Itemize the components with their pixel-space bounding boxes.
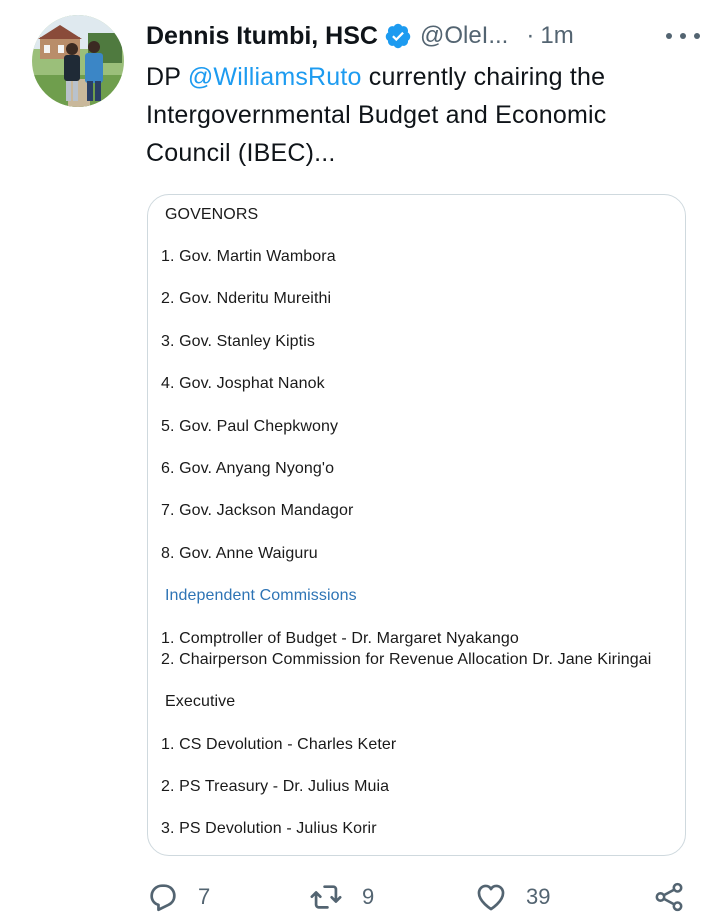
tweet-text-line2: Intergovernmental Budget and Economic: [146, 101, 607, 129]
tweet-time[interactable]: 1m: [540, 22, 573, 50]
share-icon: [652, 880, 686, 914]
executive-heading: Executive: [165, 693, 236, 710]
author-handle[interactable]: @OleI...: [420, 22, 508, 50]
more-options-icon[interactable]: [666, 22, 700, 50]
executive-item: 1. CS Devolution - Charles Keter: [161, 736, 397, 753]
governor-item: 8. Gov. Anne Waiguru: [161, 545, 318, 562]
separator-dot: ·: [526, 22, 535, 49]
tweet-text-line1-suffix: currently chairing the: [361, 63, 606, 91]
governor-item: 4. Gov. Josphat Nanok: [161, 375, 325, 392]
governor-item: 7. Gov. Jackson Mandagor: [161, 502, 354, 519]
like-count: 39: [526, 884, 551, 909]
tweet-text-line3: Council (IBEC)...: [146, 139, 336, 167]
executive-item: 2. PS Treasury - Dr. Julius Muia: [161, 778, 390, 795]
commission-item: 1. Comptroller of Budget - Dr. Margaret …: [161, 630, 519, 647]
tweet-text-prefix: DP: [146, 63, 188, 91]
action-bar: 7 9 39: [146, 880, 691, 915]
attached-image[interactable]: GOVENORS 1. Gov. Martin Wambora 2. Gov. …: [147, 194, 686, 856]
share-button[interactable]: [652, 880, 686, 914]
like-button[interactable]: 39: [474, 880, 550, 914]
tweet-header: Dennis Itumbi, HSC @OleI... · 1m: [146, 18, 700, 54]
like-icon: [474, 880, 508, 914]
governor-item: 5. Gov. Paul Chepkwony: [161, 418, 339, 435]
retweet-button[interactable]: 9: [308, 880, 374, 914]
executive-item: 3. PS Devolution - Julius Korir: [161, 820, 377, 837]
verified-badge-icon: [384, 22, 412, 50]
author-name[interactable]: Dennis Itumbi, HSC: [146, 22, 378, 51]
governor-item: 2. Gov. Nderitu Mureithi: [161, 290, 332, 307]
governors-heading: GOVENORS: [165, 206, 259, 223]
retweet-icon: [308, 880, 344, 914]
reply-icon: [146, 880, 180, 914]
reply-button[interactable]: 7: [146, 880, 210, 914]
governor-item: 1. Gov. Martin Wambora: [161, 248, 336, 265]
commissions-heading: Independent Commissions: [165, 587, 357, 604]
governor-item: 6. Gov. Anyang Nyong'o: [161, 460, 335, 477]
commission-item: 2. Chairperson Commission for Revenue Al…: [161, 651, 652, 668]
reply-count: 7: [198, 884, 211, 909]
governor-item: 3. Gov. Stanley Kiptis: [161, 333, 315, 350]
retweet-count: 9: [362, 884, 375, 909]
tweet: Dennis Itumbi, HSC @OleI... · 1m DP @Wil…: [0, 0, 720, 915]
avatar[interactable]: [32, 15, 124, 107]
tweet-text: DP @WilliamsRuto currently chairing the …: [146, 58, 686, 172]
mention-link[interactable]: @WilliamsRuto: [188, 63, 362, 91]
